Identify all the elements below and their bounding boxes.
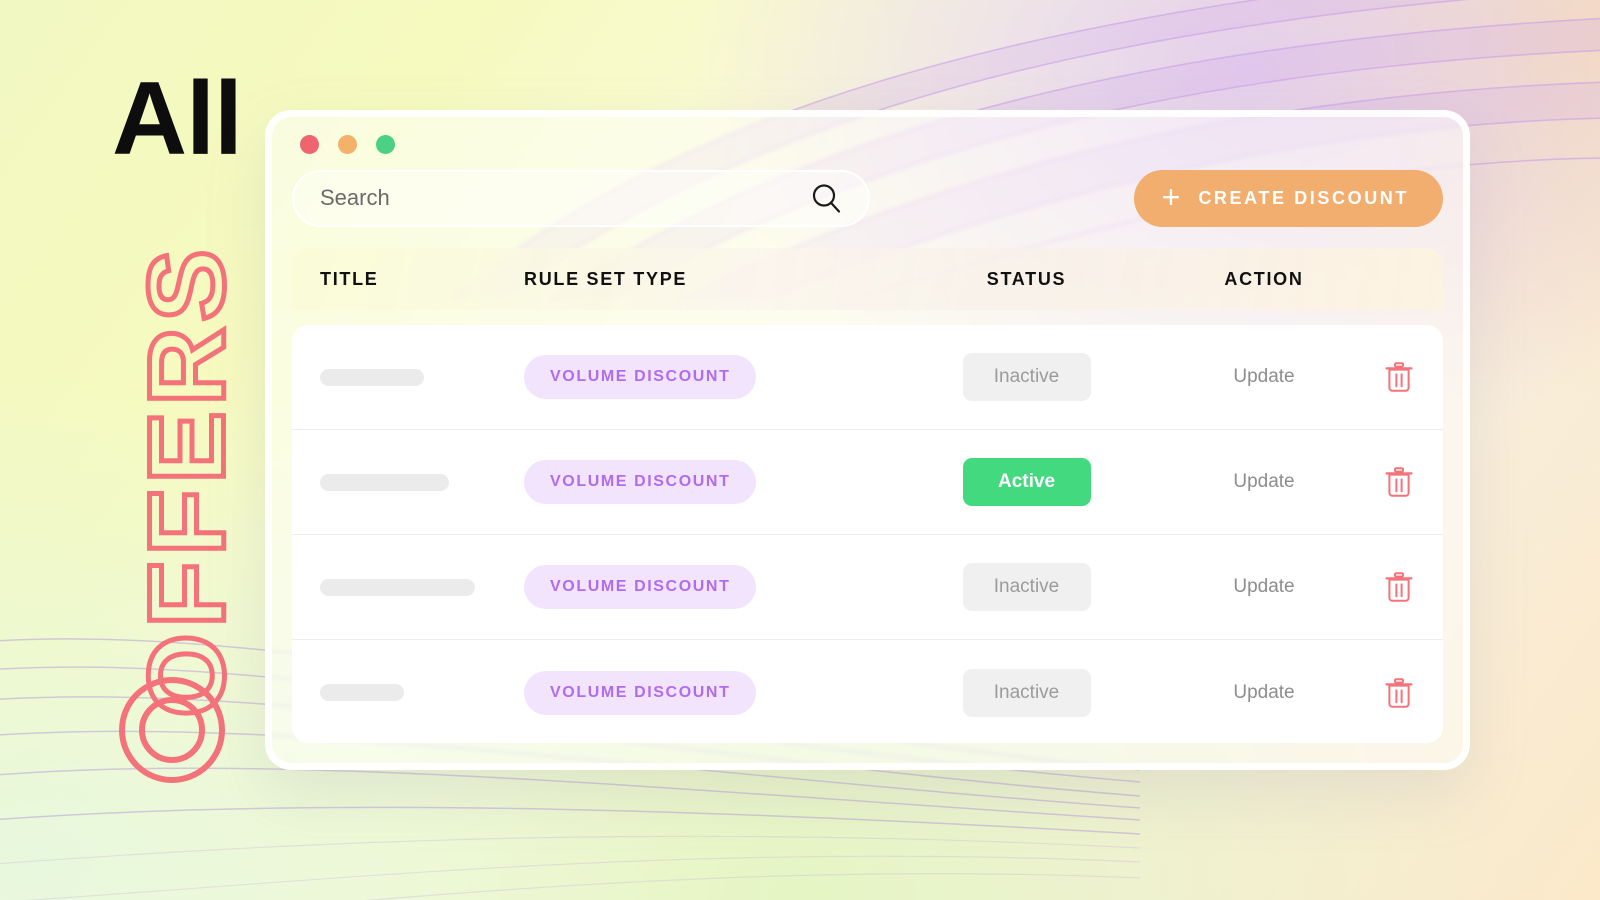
row-status-cell: Inactive	[879, 563, 1174, 611]
update-link[interactable]: Update	[1233, 576, 1294, 598]
column-header-action: ACTION	[1224, 268, 1304, 289]
row-rule-set-type-cell: VOLUME DISCOUNT	[524, 565, 879, 609]
window-traffic-lights	[300, 135, 395, 154]
title-placeholder-bar	[320, 368, 424, 386]
table-row: VOLUME DISCOUNT Inactive Update	[292, 325, 1443, 430]
poster-canvas: All OFFERS + CREATE DISCOUNT	[0, 0, 1600, 900]
row-status-cell: Inactive	[879, 668, 1174, 717]
row-delete-cell	[1354, 467, 1443, 497]
table-row: VOLUME DISCOUNT Inactive Update	[292, 640, 1443, 743]
row-rule-set-type-cell: VOLUME DISCOUNT	[524, 460, 879, 504]
toolbar: + CREATE DISCOUNT	[292, 169, 1443, 227]
title-placeholder-bar	[320, 473, 449, 491]
row-delete-cell	[1354, 677, 1443, 708]
close-dot[interactable]	[300, 135, 319, 154]
status-badge[interactable]: Inactive	[962, 668, 1091, 717]
wordmark-offers: OFFERS	[123, 241, 249, 720]
row-action-cell: Update	[1174, 471, 1354, 493]
minimize-dot[interactable]	[338, 135, 357, 154]
poster-wordmark: All OFFERS	[96, 61, 276, 810]
table-row: VOLUME DISCOUNT Inactive Update	[292, 535, 1443, 640]
table-header-row: TITLE RULE SET TYPE STATUS ACTION	[292, 248, 1443, 310]
trash-icon[interactable]	[1384, 677, 1413, 708]
create-discount-button[interactable]: + CREATE DISCOUNT	[1133, 169, 1443, 227]
table-body: VOLUME DISCOUNT Inactive Update VOLUME D…	[292, 325, 1443, 743]
row-title-cell	[292, 473, 524, 491]
create-discount-label: CREATE DISCOUNT	[1198, 187, 1409, 208]
row-status-cell: Inactive	[879, 353, 1174, 401]
row-action-cell: Update	[1174, 576, 1354, 598]
browser-window: + CREATE DISCOUNT TITLE RULE SET TYPE ST…	[265, 110, 1470, 770]
row-title-cell	[292, 684, 524, 701]
search-input[interactable]	[320, 185, 810, 211]
rule-set-type-badge: VOLUME DISCOUNT	[524, 565, 757, 609]
row-action-cell: Update	[1174, 682, 1354, 704]
update-link[interactable]: Update	[1233, 366, 1294, 388]
status-badge[interactable]: Inactive	[962, 353, 1091, 401]
row-delete-cell	[1354, 572, 1443, 602]
column-header-title: TITLE	[320, 268, 379, 289]
trash-icon[interactable]	[1384, 572, 1413, 602]
rule-set-type-badge: VOLUME DISCOUNT	[524, 460, 757, 504]
row-title-cell	[292, 368, 524, 386]
row-rule-set-type-cell: VOLUME DISCOUNT	[524, 355, 879, 399]
search-icon[interactable]	[810, 182, 842, 214]
column-header-rule-set-type: RULE SET TYPE	[524, 268, 688, 289]
plus-icon: +	[1161, 178, 1181, 215]
row-delete-cell	[1354, 362, 1443, 392]
wordmark-all: All	[112, 61, 243, 177]
search-bar[interactable]	[292, 169, 870, 227]
status-badge[interactable]: Inactive	[962, 563, 1091, 611]
status-badge[interactable]: Active	[962, 458, 1091, 506]
rule-set-type-badge: VOLUME DISCOUNT	[524, 670, 757, 715]
row-title-cell	[292, 578, 524, 596]
row-status-cell: Active	[879, 458, 1174, 506]
rule-set-type-badge: VOLUME DISCOUNT	[524, 355, 757, 399]
title-placeholder-bar	[320, 684, 404, 701]
update-link[interactable]: Update	[1233, 682, 1294, 704]
table-row: VOLUME DISCOUNT Active Update	[292, 430, 1443, 535]
row-action-cell: Update	[1174, 366, 1354, 388]
trash-icon[interactable]	[1384, 362, 1413, 392]
maximize-dot[interactable]	[376, 135, 395, 154]
column-header-status: STATUS	[986, 268, 1067, 289]
title-placeholder-bar	[320, 578, 475, 596]
update-link[interactable]: Update	[1233, 471, 1294, 493]
row-rule-set-type-cell: VOLUME DISCOUNT	[524, 670, 879, 715]
trash-icon[interactable]	[1384, 467, 1413, 497]
